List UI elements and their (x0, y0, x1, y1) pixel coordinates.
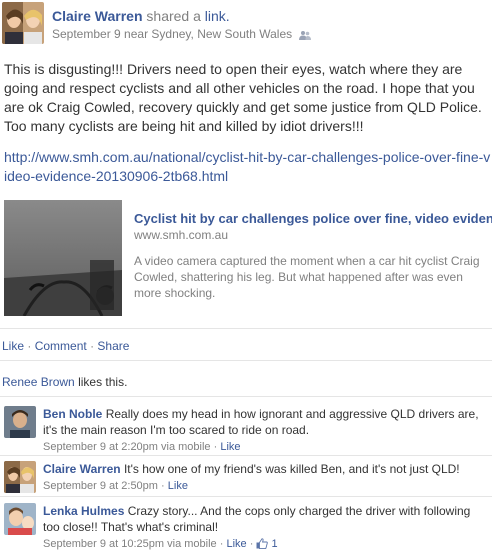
comment-time[interactable]: September 9 at 2:50pm (43, 480, 158, 492)
separator: · (90, 339, 95, 353)
post-author-name[interactable]: Claire Warren (52, 8, 143, 24)
attachment-title[interactable]: Cyclist hit by car challenges police ove… (134, 211, 492, 226)
friends-icon[interactable] (299, 29, 312, 43)
link-attachment[interactable]: Cyclist hit by car challenges police ove… (4, 200, 492, 316)
shared-link[interactable]: link. (205, 8, 230, 24)
commenter-name[interactable]: Lenka Hulmes (43, 504, 124, 518)
comment-body: Lenka Hulmes Crazy story... And the cops… (43, 503, 490, 551)
commenter-avatar[interactable] (4, 503, 36, 535)
divider (0, 396, 492, 397)
like-button[interactable]: Like (2, 339, 24, 353)
post-title-line: Claire Warren shared a link. (52, 8, 230, 24)
separator: · (249, 538, 254, 550)
comment-button[interactable]: Comment (35, 339, 87, 353)
separator: · (219, 538, 224, 550)
comment-meta: September 9 at 2:50pm · Like (43, 478, 490, 494)
comment-like-count[interactable]: 1 (272, 538, 278, 550)
shared-text: shared a (146, 8, 201, 24)
attachment-domain: www.smh.com.au (134, 228, 229, 242)
author-avatar[interactable] (2, 2, 44, 44)
commenter-avatar[interactable] (4, 406, 36, 438)
divider (0, 496, 492, 497)
attachment-description: A video camera captured the moment when … (134, 254, 480, 300)
commenter-name[interactable]: Claire Warren (43, 462, 121, 476)
separator: · (27, 339, 32, 353)
post-header: Claire Warren shared a link. September 9… (0, 0, 492, 48)
separator: · (161, 480, 165, 492)
comment-text: Really does my head in how ignorant and … (43, 407, 479, 437)
post-date[interactable]: September 9 near Sydney, New South Wales (52, 27, 292, 41)
divider (0, 455, 492, 456)
comment-body: Claire Warren It's how one of my friend'… (43, 461, 490, 494)
post-meta: September 9 near Sydney, New South Wales (52, 27, 312, 43)
attachment-thumbnail[interactable] (4, 200, 122, 316)
share-button[interactable]: Share (97, 339, 129, 353)
commenter-name[interactable]: Ben Noble (43, 407, 102, 421)
post-url-link[interactable]: http://www.smh.com.au/national/cyclist-h… (4, 148, 492, 186)
post-status-text: This is disgusting!!! Drivers need to op… (4, 61, 482, 134)
comment-like-button[interactable]: Like (168, 480, 188, 492)
separator: · (213, 441, 218, 453)
comment-meta: September 9 at 10:25pm via mobile · Like… (43, 536, 490, 551)
post-actions: Like · Comment · Share (2, 339, 129, 353)
comment-body: Ben Noble Really does my head in how ign… (43, 406, 490, 455)
likes-summary: Renee Brown likes this. (2, 375, 127, 389)
divider (0, 360, 492, 361)
commenter-avatar[interactable] (4, 461, 36, 493)
comment-like-button[interactable]: Like (220, 441, 240, 453)
comment-time[interactable]: September 9 at 10:25pm via mobile (43, 538, 217, 550)
comment-time[interactable]: September 9 at 2:20pm via mobile (43, 441, 211, 453)
divider (0, 328, 492, 329)
likes-text: likes this. (78, 375, 128, 389)
comment-meta: September 9 at 2:20pm via mobile · Like (43, 439, 490, 455)
thumbs-up-icon[interactable] (256, 538, 269, 551)
comment-like-button[interactable]: Like (226, 538, 246, 550)
liker-name[interactable]: Renee Brown (2, 375, 75, 389)
comment-text: It's how one of my friend's was killed B… (123, 462, 460, 476)
